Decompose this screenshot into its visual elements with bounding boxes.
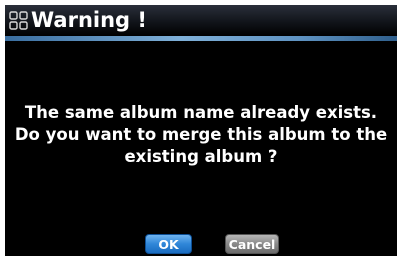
dialog-title-bar: Warning ! [5, 5, 397, 36]
cancel-button[interactable]: Cancel [225, 234, 279, 254]
ok-button[interactable]: OK [145, 234, 192, 254]
dialog-title: Warning ! [31, 8, 147, 32]
grid-icon [9, 11, 28, 30]
dialog-message: The same album name already exists. Do y… [5, 102, 397, 168]
warning-dialog: Warning ! The same album name already ex… [5, 5, 397, 256]
message-line-2: Do you want to merge this album to the [14, 125, 388, 144]
message-line-3: existing album ? [124, 147, 278, 166]
message-line-1: The same album name already exists. [24, 103, 378, 122]
title-divider [5, 36, 397, 41]
